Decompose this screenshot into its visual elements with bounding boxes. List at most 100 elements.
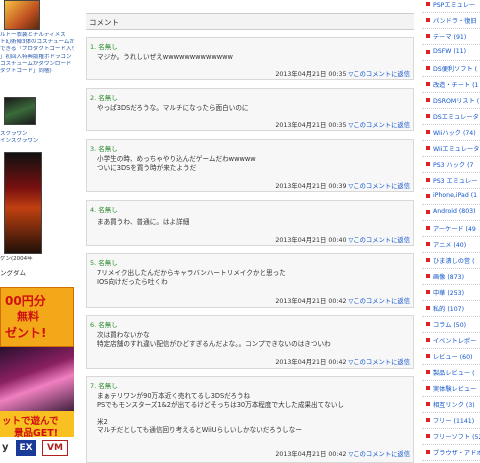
- category-link[interactable]: 改造・チート (1: [433, 80, 478, 89]
- category-link[interactable]: イベントレポー: [433, 336, 476, 345]
- comment-author-name[interactable]: 名無し: [98, 382, 118, 390]
- reply-link[interactable]: ▽このコメントに返信: [348, 237, 410, 244]
- category-item[interactable]: フリーソフト (52: [422, 429, 480, 445]
- category-item[interactable]: ブラウザ・アドオ: [422, 445, 480, 461]
- category-link[interactable]: PS3 エミュレー: [433, 176, 477, 185]
- reply-link[interactable]: ▽このコメントに返信: [348, 183, 410, 190]
- game-boxart[interactable]: [4, 152, 42, 254]
- category-item[interactable]: 相互リンク (3): [422, 397, 480, 413]
- category-link[interactable]: フリー (1141): [433, 416, 474, 425]
- reply-link[interactable]: ▽このコメントに返信: [348, 122, 410, 129]
- comment-section-title: コメント: [89, 18, 119, 27]
- category-link[interactable]: アーケード (49: [433, 224, 476, 233]
- category-link[interactable]: DS便利ソフト (: [433, 64, 477, 73]
- category-link[interactable]: Wiiハック (74): [433, 128, 476, 137]
- category-link[interactable]: 相互リンク (3): [433, 400, 475, 409]
- crown-line[interactable]: インスクラウン: [0, 138, 74, 145]
- crown-line[interactable]: スクラウン: [0, 131, 74, 138]
- reply-link[interactable]: ▽このコメントに返信: [348, 359, 410, 366]
- category-item[interactable]: DSROMリスト (: [422, 93, 480, 109]
- comment-number: 6.: [90, 321, 97, 329]
- category-link[interactable]: DSROMリスト (: [433, 96, 479, 105]
- category-link[interactable]: アニメ (40): [433, 240, 466, 249]
- category-item[interactable]: アーケード (49: [422, 221, 480, 237]
- game-thumbnail-top[interactable]: [4, 0, 40, 30]
- category-item[interactable]: PS3 ハック (7: [422, 157, 480, 173]
- category-item[interactable]: 私的 (107): [422, 301, 480, 317]
- category-item[interactable]: イベントレポー: [422, 333, 480, 349]
- category-item[interactable]: iPhone,iPad (1: [422, 189, 480, 205]
- ad-banner[interactable]: 00円分 無料 ゼント! ットで遊んで 景品GET! y EX VM: [0, 287, 74, 459]
- category-item[interactable]: ひま潰しの営 (: [422, 253, 480, 269]
- category-link[interactable]: DSエミュレータ: [433, 112, 479, 121]
- comment-author-name[interactable]: 名無し: [98, 321, 118, 329]
- ad-top-panel: 00円分 無料 ゼント!: [0, 287, 74, 347]
- reply-link[interactable]: ▽このコメントに返信: [348, 298, 410, 305]
- comment-author[interactable]: 7. 名無し: [90, 380, 118, 390]
- bullet-icon: [426, 66, 430, 70]
- comment-author-name[interactable]: 名無し: [98, 43, 118, 51]
- bullet-icon: [426, 146, 430, 150]
- category-link[interactable]: 画像 (873): [433, 272, 464, 281]
- category-link[interactable]: フリーソフト (52: [433, 432, 480, 441]
- category-link[interactable]: 実体験レビュー: [433, 384, 476, 393]
- category-item[interactable]: 画像 (873): [422, 269, 480, 285]
- comment-author-name[interactable]: 名無し: [98, 206, 118, 214]
- bullet-icon: [426, 2, 430, 6]
- category-item[interactable]: レビュー (60): [422, 349, 480, 365]
- category-link[interactable]: Wiiエミュレータ: [433, 144, 479, 153]
- category-link[interactable]: 製品レビュー (: [433, 368, 475, 377]
- category-item[interactable]: DSエミュレータ: [422, 109, 480, 125]
- comment-author[interactable]: 4. 名無し: [90, 204, 118, 214]
- category-link[interactable]: コラム (50): [433, 320, 466, 329]
- bullet-icon: [426, 434, 430, 438]
- category-item[interactable]: DS便利ソフト (: [422, 61, 480, 77]
- category-link[interactable]: パンドラ・復旧: [433, 16, 477, 25]
- bullet-icon: [426, 370, 430, 374]
- category-link[interactable]: レビュー (60): [433, 352, 472, 361]
- bullet-icon: [426, 274, 430, 278]
- comment-author-name[interactable]: 名無し: [98, 259, 118, 267]
- category-item[interactable]: PS3 エミュレー: [422, 173, 480, 189]
- category-link[interactable]: DSFW (11): [433, 48, 466, 55]
- category-item[interactable]: テーマ (91): [422, 29, 480, 45]
- category-item[interactable]: DSFW (11): [422, 45, 480, 61]
- category-item[interactable]: フリー (1141): [422, 413, 480, 429]
- category-item[interactable]: PSPエミュレー: [422, 0, 480, 13]
- bullet-icon: [426, 258, 430, 262]
- comment-author[interactable]: 5. 名無し: [90, 257, 118, 267]
- reply-link[interactable]: ▽このコメントに返信: [348, 71, 410, 78]
- category-link[interactable]: ひま潰しの営 (: [433, 256, 475, 265]
- category-link[interactable]: iPhone,iPad (1: [433, 192, 477, 199]
- comment-card: 5. 名無し 7リメイク出したんだからキャラバンハートリメイクかと思った IOS…: [86, 253, 414, 308]
- category-item[interactable]: パンドラ・復旧: [422, 13, 480, 29]
- category-item[interactable]: 中華 (253): [422, 285, 480, 301]
- category-link[interactable]: テーマ (91): [433, 32, 466, 41]
- category-link[interactable]: 私的 (107): [433, 304, 464, 313]
- category-item[interactable]: Wiiエミュレータ: [422, 141, 480, 157]
- comment-author[interactable]: 2. 名無し: [90, 92, 118, 102]
- category-item[interactable]: Wiiハック (74): [422, 125, 480, 141]
- category-link[interactable]: 中華 (253): [433, 288, 464, 297]
- category-item[interactable]: 実体験レビュー: [422, 381, 480, 397]
- reply-link[interactable]: ▽このコメントに返信: [348, 451, 410, 458]
- comment-author[interactable]: 3. 名無し: [90, 143, 118, 153]
- comment-author[interactable]: 6. 名無し: [90, 319, 118, 329]
- comment-author-name[interactable]: 名無し: [98, 94, 118, 102]
- category-item[interactable]: Android (803): [422, 205, 480, 221]
- category-link[interactable]: PS3 ハック (7: [433, 160, 473, 169]
- category-link[interactable]: PSPエミュレー: [433, 0, 475, 9]
- category-item[interactable]: コラム (50): [422, 317, 480, 333]
- category-item[interactable]: 改造・チート (1: [422, 77, 480, 93]
- bullet-icon: [426, 450, 430, 454]
- category-item[interactable]: 製品レビュー (: [422, 365, 480, 381]
- comment-card: 1. 名無し マジか。うれしいぜえwwwwwwwwwwwww 2013年04月2…: [86, 37, 414, 80]
- category-link[interactable]: Android (803): [433, 208, 476, 215]
- category-link[interactable]: ブラウザ・アドオ: [433, 448, 480, 457]
- comment-author[interactable]: 1. 名無し: [90, 41, 118, 51]
- category-item[interactable]: アニメ (40): [422, 237, 480, 253]
- comment-author-name[interactable]: 名無し: [98, 145, 118, 153]
- comment-body: マジか。うれしいぜえwwwwwwwwwwwww: [97, 53, 233, 62]
- comment-line: マルチだとしても通信回り考えるとWiiUらしいしかないだろうしなー: [97, 426, 302, 435]
- game-thumbnail-crown[interactable]: [4, 97, 36, 125]
